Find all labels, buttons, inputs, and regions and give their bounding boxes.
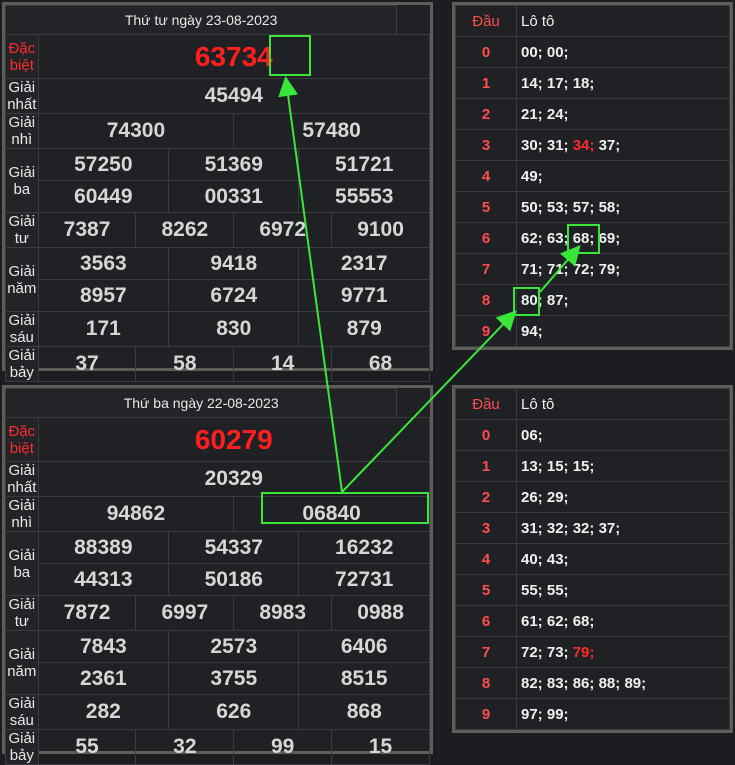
arrow-to-loto-80 <box>341 310 517 493</box>
arrow-to-dac-biet <box>278 76 343 493</box>
arrow-overlay <box>278 76 581 493</box>
arrow-to-loto-68 <box>539 244 581 293</box>
